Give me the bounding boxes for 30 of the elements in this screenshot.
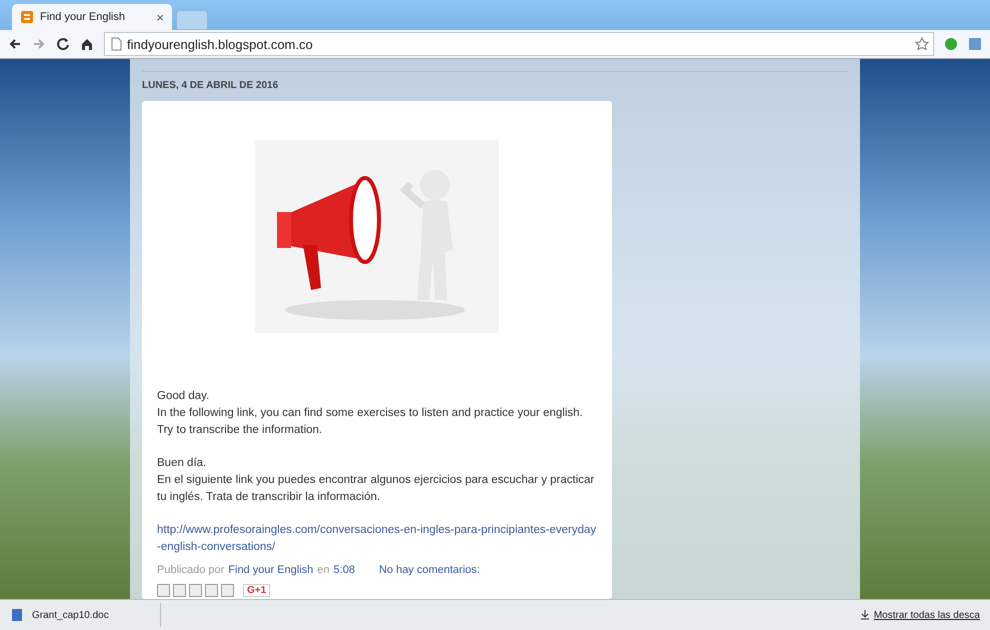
- download-icon: [860, 610, 870, 620]
- show-all-downloads-link[interactable]: Mostrar todas las desca: [860, 610, 980, 620]
- published-by-label: Publicado por: [157, 564, 224, 576]
- page-icon: [109, 37, 123, 51]
- share-icon[interactable]: [189, 584, 202, 597]
- forward-arrow-icon[interactable]: [32, 37, 46, 51]
- home-icon[interactable]: [80, 37, 94, 51]
- tab-close-button[interactable]: ×: [156, 10, 164, 24]
- comments-link[interactable]: No hay comentarios:: [378, 564, 480, 576]
- reload-icon[interactable]: [56, 37, 70, 51]
- new-tab-button[interactable]: [176, 10, 208, 30]
- at-label: en: [317, 564, 330, 576]
- time-link[interactable]: 5:08: [334, 564, 355, 576]
- share-icon[interactable]: [205, 584, 218, 597]
- browser-tab[interactable]: Find your English ×: [12, 4, 172, 30]
- share-icon[interactable]: [157, 584, 170, 597]
- document-icon: [10, 608, 24, 622]
- post-paragraph: Buen día. En el siguiente link you puedes encontrar algunos ejercicios para escuchar y practicar tu inglés. Trata de transcribir la información.: [157, 456, 596, 505]
- star-icon[interactable]: [915, 37, 929, 51]
- tab-title: Find your English: [40, 11, 126, 23]
- exercise-link[interactable]: http://www.profesoraingles.com/conversaciones-en-ingles-para-principiantes-everyday-english-conversations/: [157, 522, 597, 556]
- url-text: findyourenglish.blogspot.com.co: [127, 36, 313, 52]
- back-arrow-icon[interactable]: [8, 37, 22, 51]
- post-paragraph: Good day. In the following link, you can find some exercises to listen and practice your english. Try to transcribe the information.: [157, 389, 584, 438]
- download-item[interactable]: Grant_cap10.doc: [10, 603, 161, 627]
- share-icon[interactable]: [173, 584, 186, 597]
- share-icon[interactable]: [221, 584, 234, 597]
- author-link[interactable]: Find your English: [228, 564, 314, 576]
- google-plus-button[interactable]: G+1: [243, 584, 270, 597]
- address-bar[interactable]: findyourenglish.blogspot.com.co: [104, 32, 934, 56]
